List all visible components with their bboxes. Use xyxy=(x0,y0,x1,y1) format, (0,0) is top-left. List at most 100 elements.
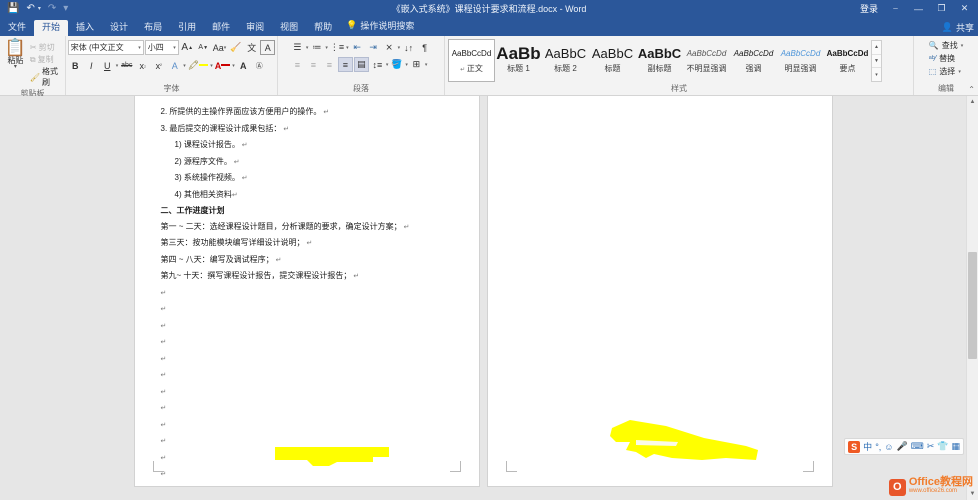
underline-caret-icon[interactable]: ▾ xyxy=(116,63,119,69)
gallery-scroll-down-icon[interactable]: ▼ xyxy=(872,55,881,69)
style-item-title[interactable]: AaBbC 标题 xyxy=(589,39,636,82)
line-spacing-icon[interactable]: ↕≡ xyxy=(370,57,385,72)
superscript-icon[interactable]: x² xyxy=(151,58,166,73)
character-shading-icon[interactable]: A xyxy=(236,58,251,73)
ime-skin-icon[interactable]: 👕 xyxy=(937,441,948,452)
copy-button[interactable]: ⧉ 复制 xyxy=(30,54,62,65)
text-effects-icon[interactable]: A xyxy=(167,58,182,73)
sign-in-button[interactable]: 登录 xyxy=(854,2,884,15)
grow-font-icon[interactable]: A ▲ xyxy=(180,40,195,55)
style-item-emphasis[interactable]: AaBbCcDd 强调 xyxy=(730,39,777,82)
collapse-ribbon-icon[interactable]: ⌃ xyxy=(968,85,975,94)
show-formatting-marks-icon[interactable]: ¶ xyxy=(417,40,432,55)
style-item-heading-1[interactable]: AaBb 标题 1 xyxy=(495,39,542,82)
find-caret-icon[interactable]: ▾ xyxy=(961,43,964,49)
ribbon-display-options-icon[interactable]: ⎯ xyxy=(884,0,907,17)
scrollbar-thumb[interactable] xyxy=(968,252,977,359)
find-button[interactable]: 🔍 查找 ▾ xyxy=(929,40,963,51)
ime-language-mode-icon[interactable]: 中 xyxy=(863,440,872,453)
increase-indent-icon[interactable]: ⇥ xyxy=(366,40,381,55)
tab-view[interactable]: 视图 xyxy=(272,20,306,36)
tab-mailings[interactable]: 邮件 xyxy=(204,20,238,36)
document-canvas[interactable]: 2. 所提供的主操作界面应该方便用户的操作。 ↵ 3. 最后提交的课程设计成果包… xyxy=(0,96,978,500)
align-left-icon[interactable]: ≡ xyxy=(290,57,305,72)
ime-soft-keyboard-icon[interactable]: ⌨ xyxy=(911,441,924,452)
tab-help[interactable]: 帮助 xyxy=(306,20,340,36)
gallery-more-icon[interactable]: ▾ xyxy=(872,68,881,81)
gallery-scroll-up-icon[interactable]: ▲ xyxy=(872,41,881,55)
borders-caret-icon[interactable]: ▾ xyxy=(425,62,428,68)
font-color-caret-icon[interactable]: ▾ xyxy=(232,63,235,69)
style-item-subtitle[interactable]: AaBbC 副标题 xyxy=(636,39,683,82)
align-center-icon[interactable]: ≡ xyxy=(306,57,321,72)
replace-button[interactable]: ᵃᵇ⁄ 替换 xyxy=(929,53,963,64)
share-button[interactable]: 👤 共享 xyxy=(942,21,974,34)
multilevel-list-icon[interactable]: ⋮≡ xyxy=(329,40,345,55)
undo-icon[interactable]: ↶ xyxy=(26,3,34,14)
tab-design[interactable]: 设计 xyxy=(102,20,136,36)
phonetic-guide-icon[interactable]: 文 xyxy=(244,40,259,55)
tab-home[interactable]: 开始 xyxy=(34,20,69,36)
minimize-icon[interactable]: — xyxy=(907,0,930,17)
numbering-caret-icon[interactable]: ▾ xyxy=(325,45,328,51)
bullets-caret-icon[interactable]: ▾ xyxy=(306,45,309,51)
sogou-ime-toolbar[interactable]: S 中 °, ☺ 🎤 ⌨ ✂ 👕 ▦ xyxy=(844,438,964,455)
style-item-normal[interactable]: AaBbCcDd ↵ 正文 xyxy=(448,39,495,82)
document-page-2[interactable] xyxy=(487,96,832,486)
style-item-heading-2[interactable]: AaBbC 标题 2 xyxy=(542,39,589,82)
style-item-strong[interactable]: AaBbCcDd 要点 xyxy=(824,39,871,82)
save-icon[interactable]: 💾 xyxy=(7,3,19,14)
select-button[interactable]: ⬚ 选择 ▾ xyxy=(929,66,963,77)
font-color-icon[interactable]: A xyxy=(214,58,232,73)
italic-icon[interactable]: I xyxy=(84,58,99,73)
character-border-icon[interactable]: A xyxy=(260,40,276,55)
cut-button[interactable]: ✂ 剪切 xyxy=(30,42,62,53)
ime-tools-icon[interactable]: ✂ xyxy=(927,441,935,452)
scrollbar-track[interactable] xyxy=(967,108,978,488)
text-highlight-color-icon[interactable]: 🖍 xyxy=(187,58,209,73)
ime-punctuation-icon[interactable]: °, xyxy=(875,442,881,452)
clear-formatting-icon[interactable]: 🧹 xyxy=(228,40,243,55)
sort-icon[interactable]: ↓↑ xyxy=(401,40,416,55)
tab-references[interactable]: 引用 xyxy=(170,20,204,36)
multilevel-caret-icon[interactable]: ▾ xyxy=(346,45,349,51)
sogou-logo-icon[interactable]: S xyxy=(848,440,861,453)
text-effects-caret-icon[interactable]: ▾ xyxy=(183,63,186,69)
paste-dropdown-caret-icon[interactable]: ▾ xyxy=(14,64,17,70)
tell-me-search[interactable]: 💡 操作说明搜索 xyxy=(340,16,422,36)
styles-gallery-scroll[interactable]: ▲ ▼ ▾ xyxy=(871,40,882,82)
decrease-indent-icon[interactable]: ⇤ xyxy=(350,40,365,55)
vertical-scrollbar[interactable]: ▲ ▼ xyxy=(966,96,978,500)
document-page-1[interactable]: 2. 所提供的主操作界面应该方便用户的操作。 ↵ 3. 最后提交的课程设计成果包… xyxy=(134,96,479,486)
strikethrough-icon[interactable]: abc xyxy=(119,58,134,73)
tab-file[interactable]: 文件 xyxy=(0,20,34,36)
shrink-font-icon[interactable]: A ▼ xyxy=(196,40,211,55)
ime-emoji-icon[interactable]: ☺ xyxy=(884,442,893,452)
ime-menu-icon[interactable]: ▦ xyxy=(951,441,960,452)
bullets-icon[interactable]: ☰ xyxy=(290,40,305,55)
scroll-up-icon[interactable]: ▲ xyxy=(967,96,978,108)
tab-review[interactable]: 审阅 xyxy=(238,20,272,36)
customize-qat-icon[interactable]: ▾ xyxy=(63,3,68,14)
shading-caret-icon[interactable]: ▾ xyxy=(405,62,408,68)
restore-icon[interactable]: ❐ xyxy=(930,0,953,17)
change-case-icon[interactable]: Aa ▾ xyxy=(212,40,228,55)
highlight-caret-icon[interactable]: ▾ xyxy=(210,63,213,69)
asian-layout-icon[interactable]: ⨯ xyxy=(382,40,397,55)
numbering-icon[interactable]: ≔ xyxy=(309,40,324,55)
tab-layout[interactable]: 布局 xyxy=(136,20,170,36)
paste-button[interactable]: 📋 粘贴 ▾ xyxy=(3,39,28,88)
shading-icon[interactable]: 🪣 xyxy=(389,57,404,72)
justify-icon[interactable]: ≡ xyxy=(337,57,353,72)
underline-icon[interactable]: U xyxy=(100,58,115,73)
style-item-subtle-emphasis[interactable]: AaBbCcDd 不明显强调 xyxy=(683,39,730,82)
bold-icon[interactable]: B xyxy=(68,58,83,73)
distribute-icon[interactable]: ▤ xyxy=(353,57,369,72)
asian-layout-caret-icon[interactable]: ▾ xyxy=(398,45,401,51)
font-size-combobox[interactable]: 小四 ▾ xyxy=(144,40,179,55)
ime-voice-input-icon[interactable]: 🎤 xyxy=(897,441,908,452)
subscript-icon[interactable]: x₂ xyxy=(135,58,150,73)
style-item-intense-emphasis[interactable]: AaBbCcDd 明显强调 xyxy=(777,39,824,82)
select-caret-icon[interactable]: ▾ xyxy=(958,69,961,75)
align-right-icon[interactable]: ≡ xyxy=(322,57,337,72)
